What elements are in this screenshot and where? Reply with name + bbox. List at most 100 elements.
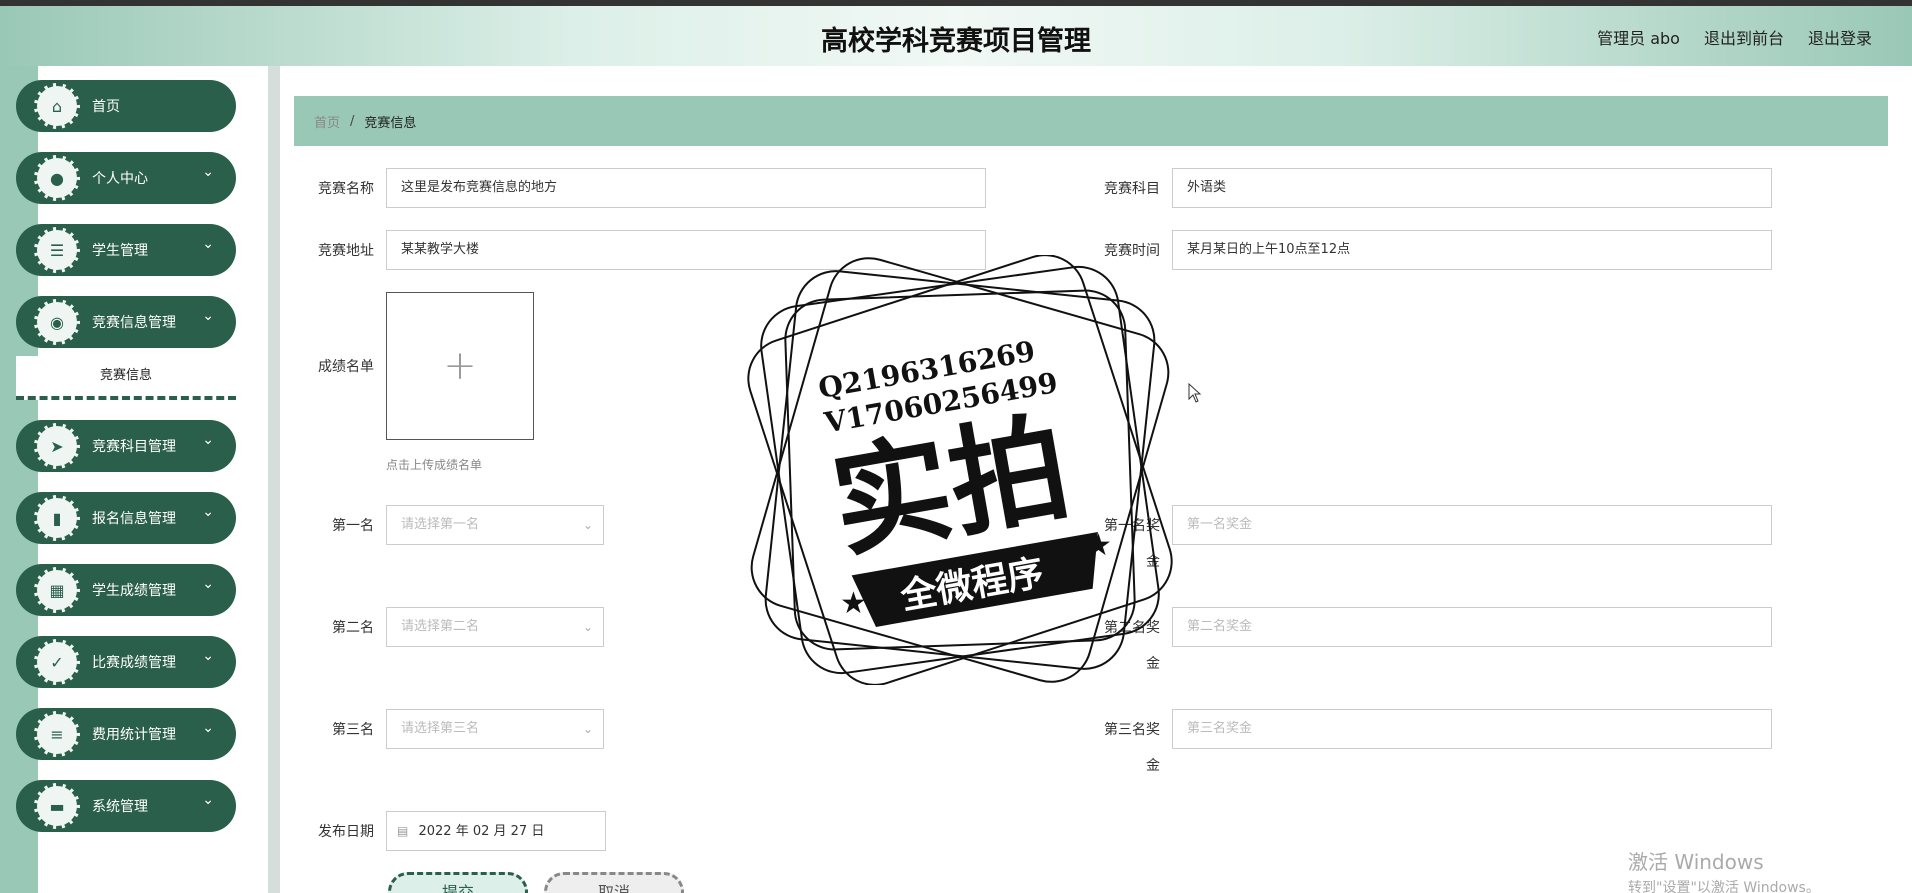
sidebar-item-personal-center[interactable]: ● 个人中心 ⌄ [16,152,236,204]
chevron-down-icon: ⌄ [202,308,214,324]
plus-icon: + [443,343,477,389]
third-place-label: 第三名 [332,722,374,738]
watermark-big-text: 实拍 [822,397,1078,574]
front-link[interactable]: 退出到前台 [1704,25,1784,49]
third-prize-label-line1: 第三名奖 [1104,722,1160,738]
windows-activation-line2: 转到"设置"以激活 Windows。 [1628,880,1820,893]
mouse-cursor-icon [1188,382,1202,407]
clipboard-icon: ✓ [34,639,80,685]
main-border [268,66,280,893]
send-icon: ➤ [34,423,80,469]
publish-date-label: 发布日期 [318,824,374,840]
third-prize-input[interactable]: 第三名奖金 [1172,709,1772,749]
breadcrumb-home[interactable]: 首页 [314,112,340,131]
svg-text:★: ★ [840,586,867,621]
calendar-icon: ▤ [397,824,409,838]
second-prize-input[interactable]: 第二名奖金 [1172,607,1772,647]
publish-date-value: 2022 年 02 月 27 日 [418,824,545,839]
first-place-select[interactable]: 请选择第一名 ⌄ [386,505,604,545]
watermark-line2: V17060256499 [821,366,1060,440]
watermark-banner-text: 全微程序 [897,551,1047,618]
sidebar-item-label: 竞赛科目管理 [92,439,176,455]
sidebar-item-home[interactable]: ⌂ 首页 [16,80,236,132]
sidebar-item-subject-management[interactable]: ➤ 竞赛科目管理 ⌄ [16,420,236,472]
sidebar-item-match-scores[interactable]: ✓ 比赛成绩管理 ⌄ [16,636,236,688]
chevron-down-icon: ⌄ [202,648,214,664]
competition-subject-label: 竞赛科目 [1104,181,1160,197]
user-icon: ● [34,155,80,201]
second-place-label: 第二名 [332,620,374,636]
sidebar-item-student-scores[interactable]: ▦ 学生成绩管理 ⌄ [16,564,236,616]
sidebar: ⌂ 首页 ● 个人中心 ⌄ ☰ 学生管理 ⌄ ◉ 竞赛信息管理 ⌄ 竞赛信息 ➤… [16,80,236,852]
chevron-down-icon: ⌄ [202,432,214,448]
second-place-placeholder: 请选择第二名 [401,619,480,634]
list-icon: ≡ [34,711,80,757]
chevron-down-icon: ⌄ [582,722,593,736]
home-icon: ⌂ [34,83,80,129]
sidebar-item-label: 比赛成绩管理 [92,655,176,671]
chevron-down-icon: ⌄ [202,576,214,592]
first-prize-label-line1: 第一名奖 [1104,518,1160,534]
chevron-down-icon: ⌄ [582,518,593,532]
sliders-icon: ☰ [34,227,80,273]
watermark-line1: Q2196316269 [816,334,1038,405]
sidebar-item-label: 系统管理 [92,799,148,815]
breadcrumb-current: 竞赛信息 [364,115,417,131]
first-prize-label: 第一名奖 金 [1090,515,1160,571]
score-list-upload[interactable]: + [386,292,534,440]
cancel-button[interactable]: 取消 [544,872,684,893]
sidebar-item-student-management[interactable]: ☰ 学生管理 ⌄ [16,224,236,276]
ticket-icon: ▬ [34,783,80,829]
header-links: 管理员 abo 退出到前台 退出登录 [1597,25,1872,49]
admin-user-label[interactable]: 管理员 abo [1597,25,1680,49]
third-place-select[interactable]: 请选择第三名 ⌄ [386,709,604,749]
chevron-down-icon: ⌄ [202,164,214,180]
sidebar-item-label: 费用统计管理 [92,727,176,743]
sidebar-item-competition-info-management[interactable]: ◉ 竞赛信息管理 ⌄ [16,296,236,348]
upload-hint: 点击上传成绩名单 [386,458,483,472]
sidebar-item-label: 竞赛信息管理 [92,315,176,331]
grid-icon: ▦ [34,567,80,613]
third-prize-label-line2: 金 [1146,758,1160,774]
second-place-select[interactable]: 请选择第二名 ⌄ [386,607,604,647]
first-place-placeholder: 请选择第一名 [401,517,480,532]
chevron-down-icon: ⌄ [202,236,214,252]
sidebar-subitem-competition-info[interactable]: 竞赛信息 [16,356,236,400]
windows-activation-notice: 激活 Windows 转到"设置"以激活 Windows。 [1628,846,1820,893]
breadcrumb-separator: / [350,113,355,129]
first-prize-input[interactable]: 第一名奖金 [1172,505,1772,545]
second-prize-label-line1: 第二名奖 [1104,620,1160,636]
sidebar-item-system-management[interactable]: ▬ 系统管理 ⌄ [16,780,236,832]
sidebar-item-label: 报名信息管理 [92,511,176,527]
competition-name-label: 竞赛名称 [318,181,374,197]
sidebar-item-fee-statistics[interactable]: ≡ 费用统计管理 ⌄ [16,708,236,760]
sidebar-item-label: 学生管理 [92,243,148,259]
sidebar-item-label: 学生成绩管理 [92,583,176,599]
second-prize-label: 第二名奖 金 [1090,617,1160,673]
third-prize-label: 第三名奖 金 [1090,719,1160,775]
chevron-down-icon: ⌄ [582,620,593,634]
competition-time-label: 竞赛时间 [1104,243,1160,259]
chevron-down-icon: ⌄ [202,504,214,520]
page-header: 高校学科竞赛项目管理 管理员 abo 退出到前台 退出登录 [0,6,1912,66]
score-list-label: 成绩名单 [318,359,374,375]
sidebar-item-label: 首页 [92,99,120,115]
competition-subject-input[interactable]: 外语类 [1172,168,1772,208]
competition-time-input[interactable]: 某月某日的上午10点至12点 [1172,230,1772,270]
competition-name-input[interactable]: 这里是发布竞赛信息的地方 [386,168,986,208]
sidebar-item-label: 个人中心 [92,171,148,187]
submit-button[interactable]: 提交 [388,872,528,893]
logout-link[interactable]: 退出登录 [1808,25,1872,49]
sidebar-item-registration-management[interactable]: ▮ 报名信息管理 ⌄ [16,492,236,544]
publish-date-input[interactable]: ▤ 2022 年 02 月 27 日 [386,811,606,851]
chevron-down-icon: ⌄ [202,720,214,736]
third-place-placeholder: 请选择第三名 [401,721,480,736]
book-icon: ▮ [34,495,80,541]
competition-address-label: 竞赛地址 [318,243,374,259]
first-place-label: 第一名 [332,518,374,534]
competition-address-input[interactable]: 某某教学大楼 [386,230,986,270]
pin-icon: ◉ [34,299,80,345]
windows-activation-line1: 激活 Windows [1628,850,1764,874]
breadcrumb: 首页 / 竞赛信息 [294,96,1888,146]
first-prize-label-line2: 金 [1146,554,1160,570]
